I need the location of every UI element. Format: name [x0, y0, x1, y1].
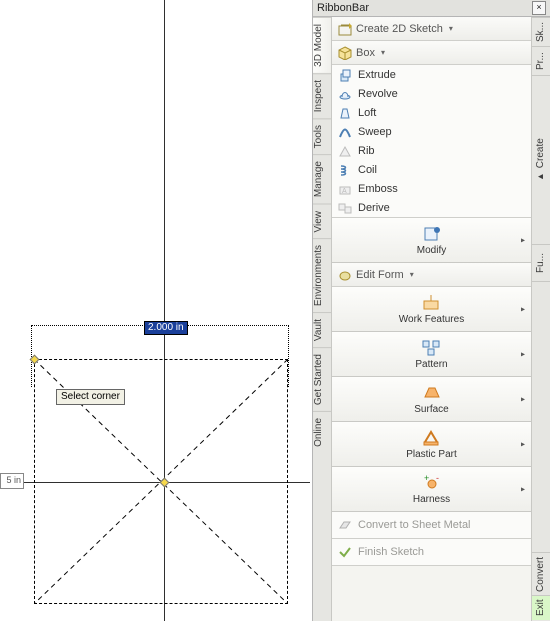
command-tooltip: Select corner [56, 389, 125, 405]
sweep-icon [338, 125, 352, 139]
chevron-down-icon: ▾ [381, 48, 385, 57]
check-icon [338, 545, 352, 559]
tab-tools[interactable]: Tools [313, 118, 331, 154]
chevron-right-icon: ▸ [521, 395, 525, 404]
box-icon [338, 46, 352, 60]
derive-icon [338, 201, 352, 215]
derive-item-label: Derive [358, 202, 390, 214]
plasticpart-icon [421, 428, 443, 448]
revolve-item[interactable]: Revolve [332, 84, 531, 103]
ribbon-right-tabs: Sk...Pr...▸ CreateFu... ConvertExit [531, 17, 550, 621]
box-label: Box [356, 47, 375, 59]
tab-environments[interactable]: Environments [313, 238, 331, 312]
modify-icon [421, 224, 443, 244]
ribbon-title-label: RibbonBar [317, 0, 369, 16]
loft-item[interactable]: Loft [332, 103, 531, 122]
tab-online[interactable]: Online [313, 411, 331, 453]
sheet-metal-icon [338, 518, 352, 532]
harness-group-label: Harness [413, 494, 450, 505]
create-2d-sketch-dropdown[interactable]: Create 2D Sketch ▾ [332, 17, 531, 41]
chevron-right-icon: ▸ [521, 305, 525, 314]
tab-get-started[interactable]: Get Started [313, 347, 331, 411]
coil-item-label: Coil [358, 164, 377, 176]
edit-form-label: Edit Form [356, 269, 404, 281]
loft-icon [338, 106, 352, 120]
side-tab-create[interactable]: ▸ Create [532, 75, 550, 244]
emboss-icon: A [338, 182, 352, 196]
workfeatures-icon [421, 293, 443, 313]
edit-form-icon [338, 268, 352, 282]
close-icon[interactable]: × [532, 1, 546, 15]
tab-3d-model[interactable]: 3D Model [313, 17, 331, 73]
tab-view[interactable]: View [313, 204, 331, 239]
side-tab-sk[interactable]: Sk... [532, 17, 550, 46]
ribbon-left-tabs: 3D ModelInspectToolsManageViewEnvironmen… [313, 17, 332, 621]
revolve-item-label: Revolve [358, 88, 398, 100]
workfeatures-group[interactable]: Work Features ▸ [332, 287, 531, 332]
harness-icon: +- [421, 473, 443, 493]
plasticpart-group[interactable]: Plastic Part ▸ [332, 422, 531, 467]
chevron-right-icon: ▸ [521, 236, 525, 245]
rib-item-label: Rib [358, 145, 375, 157]
chevron-down-icon: ▾ [449, 24, 453, 33]
chevron-right-icon: ▸ [521, 440, 525, 449]
side-tab-fu[interactable]: Fu... [532, 244, 550, 281]
surface-group-label: Surface [414, 404, 448, 415]
svg-text:A: A [342, 188, 347, 195]
extrude-item[interactable]: Extrude [332, 65, 531, 84]
tab-manage[interactable]: Manage [313, 154, 331, 203]
plasticpart-group-label: Plastic Part [406, 449, 457, 460]
rib-item[interactable]: Rib [332, 141, 531, 160]
loft-item-label: Loft [358, 107, 376, 119]
svg-text:-: - [436, 473, 439, 483]
workfeatures-group-label: Work Features [399, 314, 464, 325]
drawing-canvas[interactable]: 2.000 in Select corner 5 in [0, 0, 310, 621]
chevron-down-icon: ▾ [410, 270, 414, 279]
sweep-item[interactable]: Sweep [332, 122, 531, 141]
modify-group-label: Modify [417, 245, 446, 256]
side-tab-convert[interactable]: Convert [532, 552, 550, 595]
tab-inspect[interactable]: Inspect [313, 73, 331, 118]
pattern-group[interactable]: Pattern ▸ [332, 332, 531, 377]
extrude-icon [338, 68, 352, 82]
derive-item[interactable]: Derive [332, 198, 531, 217]
chevron-right-icon: ▸ [521, 350, 525, 359]
box-dropdown[interactable]: Box ▾ [332, 41, 531, 65]
surface-icon [421, 383, 443, 403]
ribbon-panel: RibbonBar × 3D ModelInspectToolsManageVi… [312, 0, 550, 621]
surface-group[interactable]: Surface ▸ [332, 377, 531, 422]
coil-item[interactable]: Coil [332, 160, 531, 179]
finish-sketch-label: Finish Sketch [358, 546, 424, 558]
modify-group[interactable]: Modify ▸ [332, 218, 531, 263]
create-2d-sketch-label: Create 2D Sketch [356, 23, 443, 35]
pattern-icon [421, 338, 443, 358]
emboss-item[interactable]: A Emboss [332, 179, 531, 198]
side-tab-pr[interactable]: Pr... [532, 46, 550, 75]
ribbon-main-column: Create 2D Sketch ▾ Box ▾ Extrude Revolve L… [332, 17, 531, 621]
ruler-stub: 5 in [0, 473, 24, 489]
tab-vault[interactable]: Vault [313, 312, 331, 347]
feature-list: Extrude Revolve Loft Sweep Rib Coil A Emboss Der… [332, 65, 531, 218]
side-tab-spacer [532, 281, 550, 552]
chevron-right-icon: ▸ [521, 485, 525, 494]
sketch-icon [338, 22, 352, 36]
coil-icon [338, 163, 352, 177]
harness-group[interactable]: +-Harness▸ [332, 467, 531, 512]
dimension-label[interactable]: 2.000 in [144, 321, 188, 335]
convert-to-sheet-metal-label: Convert to Sheet Metal [358, 519, 471, 531]
rib-icon [338, 144, 352, 158]
svg-text:+: + [424, 473, 429, 483]
finish-sketch-button[interactable]: Finish Sketch [332, 539, 531, 566]
ribbon-titlebar[interactable]: RibbonBar × [313, 0, 550, 17]
emboss-item-label: Emboss [358, 183, 398, 195]
pattern-group-label: Pattern [415, 359, 447, 370]
convert-to-sheet-metal-button[interactable]: Convert to Sheet Metal [332, 512, 531, 539]
extrude-item-label: Extrude [358, 69, 396, 81]
revolve-icon [338, 87, 352, 101]
sweep-item-label: Sweep [358, 126, 392, 138]
edit-form-dropdown[interactable]: Edit Form ▾ [332, 263, 531, 287]
side-tab-exit[interactable]: Exit [532, 595, 550, 620]
